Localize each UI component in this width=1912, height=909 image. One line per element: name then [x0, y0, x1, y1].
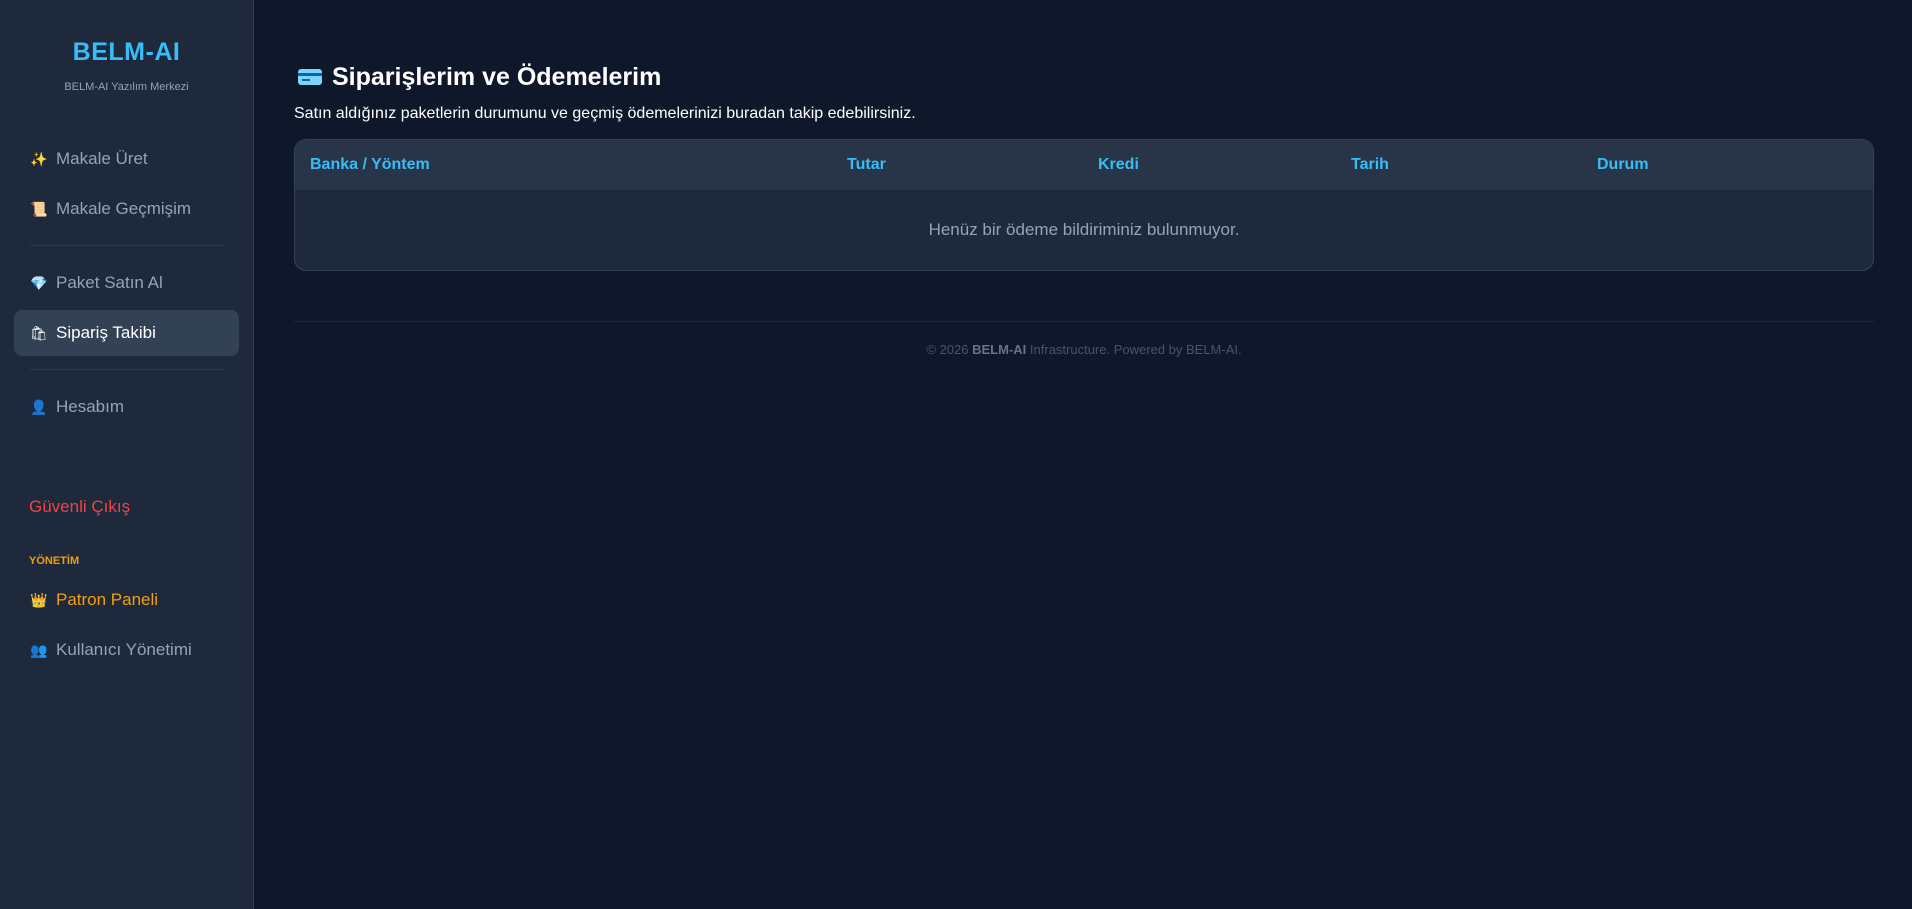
empty-state-message: Henüz bir ödeme bildiriminiz bulunmuyor. [928, 220, 1240, 239]
column-header-date: Tarih [1351, 156, 1389, 173]
main-content: Siparişlerim ve Ödemelerim Satın aldığın… [254, 0, 1912, 909]
user-icon: 👤 [30, 398, 48, 415]
admin-section-label: YÖNETİM [29, 555, 80, 567]
gem-icon: 💎 [30, 274, 48, 291]
sidebar-item-paket-satin-al[interactable]: 💎 Paket Satın Al [14, 260, 239, 306]
app-root: BELM-AI BELM-AI Yazılım Merkezi ✨ Makale… [0, 0, 1912, 909]
logout-link[interactable]: Güvenli Çıkış [14, 497, 239, 521]
sidebar-item-label: Hesabım [56, 397, 125, 416]
sidebar-item-patron-paneli[interactable]: 👑 Patron Paneli [14, 577, 239, 623]
sparkles-icon: ✨ [30, 150, 48, 167]
page-title-row: Siparişlerim ve Ödemelerim [294, 60, 1874, 94]
sidebar-item-makale-uret[interactable]: ✨ Makale Üret [14, 136, 239, 182]
brand-title[interactable]: BELM-AI [14, 38, 239, 67]
users-icon: 👥 [30, 641, 48, 658]
column-header-credit: Kredi [1098, 156, 1139, 173]
sidebar-divider [30, 369, 223, 370]
column-header-status: Durum [1597, 156, 1649, 173]
shopping-bags-icon: 🛍 [30, 324, 48, 341]
sidebar-item-label: Kullanıcı Yönetimi [56, 640, 192, 659]
footer-prefix: © 2026 [926, 342, 973, 357]
sidebar-item-label: Makale Üret [56, 149, 148, 168]
column-header-amount: Tutar [847, 156, 886, 173]
brand-subtitle: BELM-AI Yazılım Merkezi [64, 81, 189, 93]
credit-card-icon [298, 69, 322, 85]
sidebar: BELM-AI BELM-AI Yazılım Merkezi ✨ Makale… [0, 0, 254, 909]
sidebar-item-kullanici-yonetimi[interactable]: 👥 Kullanıcı Yönetimi [14, 627, 239, 673]
page-title: Siparişlerim ve Ödemelerim [332, 62, 662, 91]
sidebar-item-makale-gecmisim[interactable]: 📜 Makale Geçmişim [14, 186, 239, 232]
page-description: Satın aldığınız paketlerin durumunu ve g… [294, 105, 916, 122]
brand: BELM-AI BELM-AI Yazılım Merkezi [14, 0, 239, 136]
sidebar-item-label: Sipariş Takibi [56, 323, 156, 342]
table-header: Banka / Yöntem Tutar Kredi Tarih Durum [295, 140, 1873, 190]
sidebar-item-label: Paket Satın Al [56, 273, 163, 292]
orders-table: Banka / Yöntem Tutar Kredi Tarih Durum H… [294, 139, 1874, 271]
sidebar-item-siparis-takibi[interactable]: 🛍 Sipariş Takibi [14, 310, 239, 356]
footer-suffix: Infrastructure. Powered by BELM-AI. [1026, 342, 1242, 357]
scroll-icon: 📜 [30, 200, 48, 217]
sidebar-item-label: Patron Paneli [56, 590, 159, 609]
crown-icon: 👑 [30, 591, 48, 608]
column-header-bank-method: Banka / Yöntem [310, 156, 430, 173]
sidebar-divider [30, 245, 223, 246]
sidebar-item-hesabim[interactable]: 👤 Hesabım [14, 384, 239, 430]
sidebar-item-label: Makale Geçmişim [56, 199, 192, 218]
footer: © 2026 BELM-AI Infrastructure. Powered b… [294, 321, 1874, 357]
footer-brand: BELM-AI [972, 342, 1027, 357]
